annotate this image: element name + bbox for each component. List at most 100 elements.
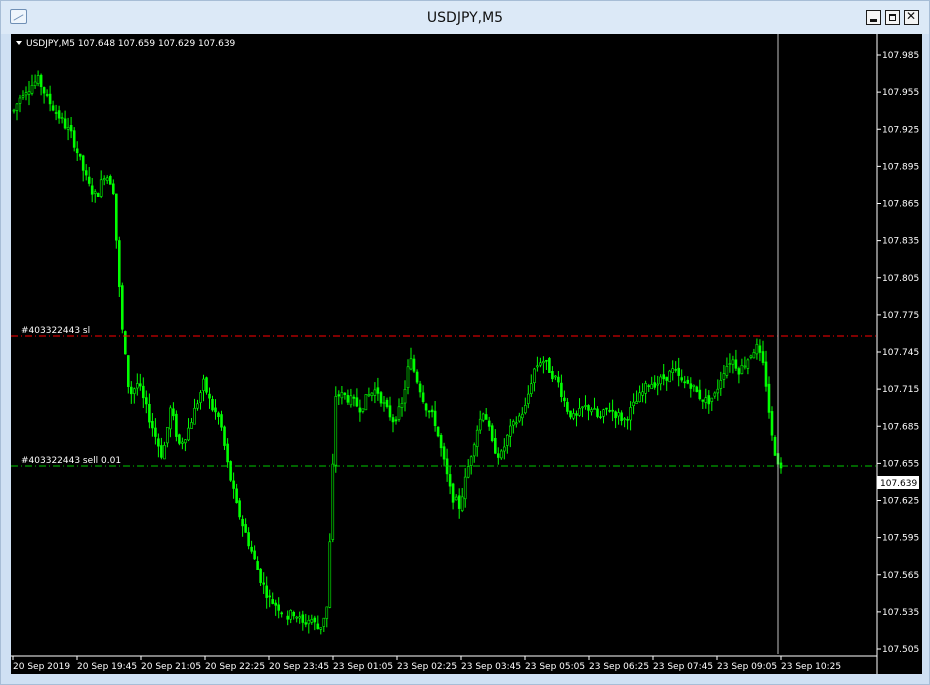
candle-body xyxy=(78,153,82,157)
candle-body xyxy=(533,368,536,383)
candle-body xyxy=(394,419,398,422)
candle-body xyxy=(502,446,506,452)
candle xyxy=(322,617,326,632)
candle-body xyxy=(349,395,353,406)
window-title: USDJPY,M5 xyxy=(426,10,504,26)
price-axis[interactable]: 107.985 107.955 107.925 107.895 107.865 107.8… xyxy=(877,51,919,655)
price-tick-label: 107.565 xyxy=(882,571,919,581)
candle-body xyxy=(409,358,413,370)
title-bar[interactable]: USDJPY,M5 ✕ xyxy=(1,1,929,34)
candle xyxy=(755,338,759,360)
chart-menu-icon[interactable] xyxy=(16,41,22,45)
candle-body xyxy=(463,476,467,500)
candlestick-chart[interactable]: #403322443 sl #403322443 sell 0.01 USDJP… xyxy=(11,34,922,674)
candle-body xyxy=(178,434,181,444)
entry-label: #403322443 sell 0.01 xyxy=(21,456,121,466)
maximize-icon xyxy=(889,14,896,21)
candle-body xyxy=(274,602,278,606)
time-tick-label: 23 Sep 06:25 xyxy=(589,662,649,672)
candle-body xyxy=(713,392,717,397)
candle-body xyxy=(743,365,747,368)
candle-body xyxy=(457,495,461,509)
candle xyxy=(764,350,768,392)
candle xyxy=(701,399,705,409)
time-tick-label: 23 Sep 10:25 xyxy=(781,662,841,672)
candle-body xyxy=(301,614,305,623)
candle-body xyxy=(499,450,503,459)
candle xyxy=(563,390,566,407)
candle xyxy=(439,433,443,457)
candle xyxy=(277,597,281,619)
candle-body xyxy=(271,599,275,604)
candle-body xyxy=(112,183,115,195)
candle-body xyxy=(208,393,211,399)
candle-body xyxy=(307,619,311,625)
time-tick-label: 23 Sep 07:45 xyxy=(653,662,713,672)
close-button[interactable]: ✕ xyxy=(904,9,919,25)
candle-body xyxy=(692,384,696,387)
candle-body xyxy=(746,359,750,369)
chart-header-text: USDJPY,M5 107.648 107.659 107.629 107.63… xyxy=(26,39,236,49)
candle xyxy=(84,164,88,181)
time-axis[interactable]: 20 Sep 2019 20 Sep 19:45 20 Sep 21:05 20 Se… xyxy=(12,656,841,672)
candle-body xyxy=(505,434,509,446)
minimize-button[interactable] xyxy=(866,10,881,25)
candle-body xyxy=(340,392,344,399)
time-tick-label: 23 Sep 02:25 xyxy=(397,662,457,672)
candle xyxy=(199,390,202,410)
candle xyxy=(139,373,142,391)
candle xyxy=(133,387,136,404)
candle xyxy=(493,429,497,455)
candle-body xyxy=(647,385,651,387)
candle-body xyxy=(484,414,488,420)
candle xyxy=(157,433,160,458)
candle xyxy=(235,483,238,504)
stop-loss-label: #403322443 sl xyxy=(21,326,90,336)
candle-body xyxy=(695,386,699,392)
candle xyxy=(674,361,678,373)
maximize-button[interactable] xyxy=(885,10,900,25)
candle-body xyxy=(361,408,365,412)
candle-body xyxy=(121,285,124,330)
candle-body xyxy=(63,118,67,129)
candle-body xyxy=(352,396,356,399)
price-tick-label: 107.865 xyxy=(882,200,919,210)
candle xyxy=(722,365,726,388)
candle-body xyxy=(310,619,314,623)
candle xyxy=(265,576,268,609)
candle xyxy=(102,175,106,186)
candle xyxy=(415,369,419,385)
candle xyxy=(469,455,473,475)
candle-body xyxy=(698,389,702,400)
candle-body xyxy=(779,462,783,469)
candle xyxy=(514,416,518,428)
candle xyxy=(349,388,353,408)
candle xyxy=(623,417,626,428)
candle xyxy=(229,460,232,482)
candle xyxy=(51,100,55,112)
candle-body xyxy=(617,412,620,417)
price-tick-label: 107.805 xyxy=(882,274,919,284)
candle-body xyxy=(118,240,121,288)
candle-body xyxy=(397,406,401,420)
candle-body xyxy=(193,407,196,425)
candle-body xyxy=(436,426,440,437)
candle xyxy=(436,426,440,438)
candle-body xyxy=(160,445,163,458)
candle xyxy=(677,357,681,387)
candle-body xyxy=(364,394,368,411)
candle xyxy=(379,391,383,407)
candle-body xyxy=(551,370,554,380)
candle-body xyxy=(253,550,256,560)
candle xyxy=(671,360,675,381)
candle xyxy=(433,401,437,432)
candle-body xyxy=(650,384,654,389)
candle-body xyxy=(66,127,70,130)
chart-area[interactable]: #403322443 sl #403322443 sell 0.01 USDJP… xyxy=(11,34,922,674)
candle xyxy=(169,405,172,438)
candle-body xyxy=(115,193,118,241)
candle xyxy=(142,377,145,408)
candle-body xyxy=(514,422,518,425)
time-tick-label: 23 Sep 09:05 xyxy=(717,662,777,672)
candle xyxy=(382,396,386,412)
